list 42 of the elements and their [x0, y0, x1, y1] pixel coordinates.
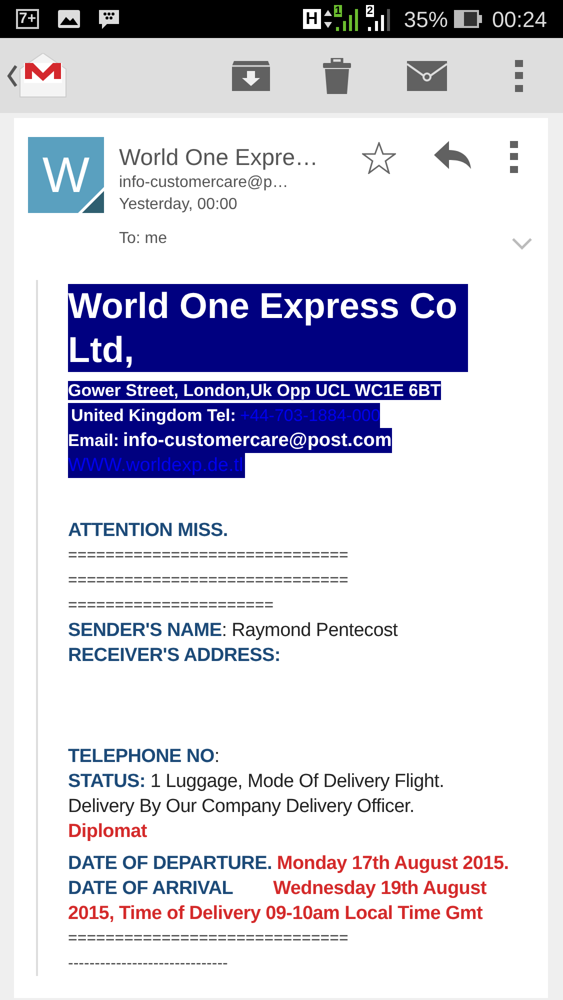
- letter-line: STATUS: 1 Luggage, Mode Of Delivery Flight.: [68, 770, 446, 794]
- battery-icon: [454, 10, 482, 28]
- recipients: To: me: [119, 229, 168, 249]
- separator-text: ==============================: [68, 929, 350, 949]
- letter-line: Delivery By Our Company Delivery Officer.: [68, 795, 416, 819]
- trash-icon[interactable]: [323, 58, 351, 94]
- chat-bubble-icon: [97, 8, 122, 30]
- sender-address: info-customercare@p…: [119, 173, 290, 193]
- image-icon: [57, 9, 82, 29]
- separator-text: ==============================: [68, 546, 350, 566]
- letter-line: DATE OF ARRIVAL Wednesday 19th August 2015, Time of Delivery 09-10am Local Time Gmt: [68, 877, 488, 926]
- overflow-menu-icon[interactable]: [515, 60, 523, 92]
- star-icon[interactable]: [362, 142, 396, 174]
- app-logo[interactable]: [18, 52, 68, 98]
- mail-icon[interactable]: [407, 60, 447, 90]
- letter-line: Diplomat: [68, 820, 148, 844]
- telephone-label: United Kingdom Tel:: [68, 403, 240, 428]
- letter-line: TELEPHONE NO:: [68, 745, 220, 769]
- network-type-icon: H: [302, 9, 321, 29]
- email-address: info-customercare@post.com: [123, 428, 392, 453]
- letter-line: ATTENTION MISS.: [68, 519, 229, 543]
- letter-line: SENDER'S NAME: Raymond Pentecost: [68, 619, 399, 643]
- sender-avatar: W: [28, 137, 104, 213]
- website-link[interactable]: WWW.worldexp.de.tl: [68, 453, 246, 478]
- company-address: Gower Street, London,Uk Opp UCL WC1E 6BT: [68, 381, 441, 400]
- overflow-menu-icon[interactable]: [510, 141, 518, 173]
- letter-line: RECEIVER'S ADDRESS:: [68, 644, 282, 668]
- message-date: Yesterday, 00:00: [119, 195, 238, 215]
- archive-icon[interactable]: [231, 60, 271, 92]
- data-arrows-icon: [324, 9, 332, 29]
- separator-text: ------------------------------: [68, 954, 229, 974]
- clock-time: 00:24: [492, 6, 547, 34]
- separator-text: ==============================: [68, 571, 350, 591]
- company-name: World One Express Co Ltd,: [68, 284, 468, 372]
- back-chevron-icon[interactable]: [6, 64, 18, 88]
- sender-name: World One Expre…: [119, 143, 318, 172]
- battery-percent: 35%: [404, 6, 448, 34]
- telephone-link[interactable]: +44-703-1884-000: [240, 403, 380, 428]
- letter-line: DATE OF DEPARTURE. Monday 17th August 2015.: [68, 852, 510, 876]
- notification-count-icon: 7+: [16, 9, 40, 29]
- separator-text: ======================: [68, 596, 275, 616]
- email-label: Email:: [68, 428, 124, 453]
